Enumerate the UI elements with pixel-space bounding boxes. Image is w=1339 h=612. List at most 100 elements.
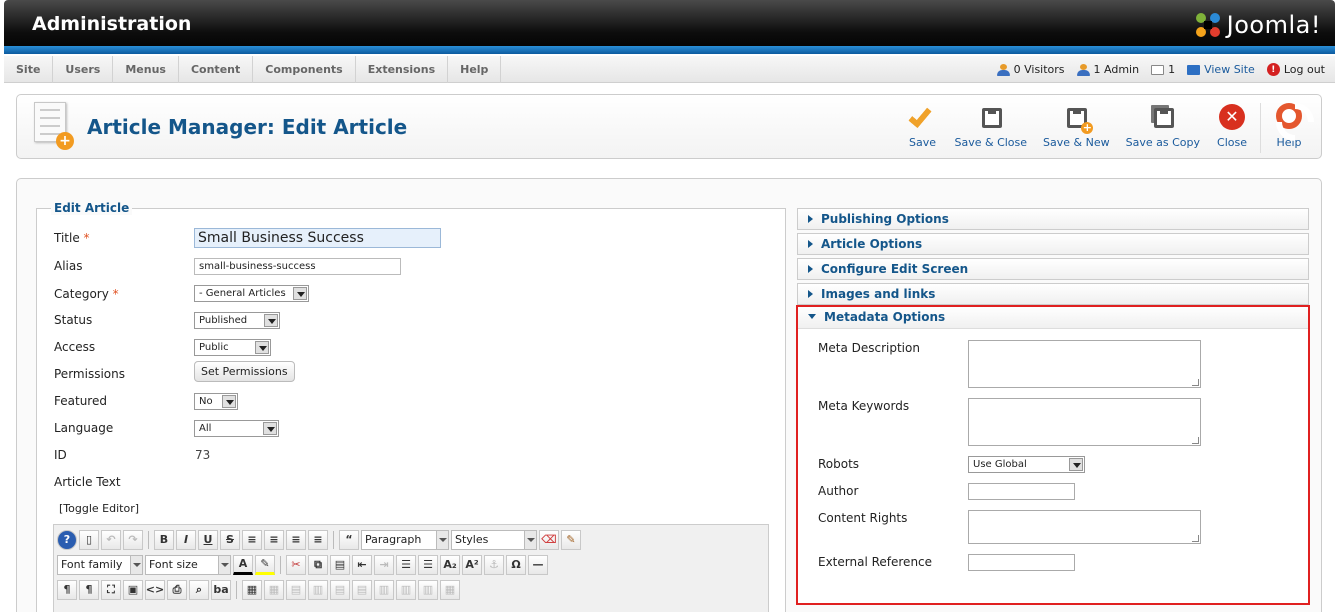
featured-select[interactable]: No [194, 393, 238, 410]
strikethrough-icon[interactable]: S [220, 529, 240, 550]
rtl-icon[interactable]: ¶ [79, 579, 99, 600]
font-family-select[interactable]: Font family [57, 554, 143, 575]
replace-icon[interactable]: ba [211, 579, 231, 600]
subscript-icon[interactable]: A₂ [440, 554, 460, 575]
chevron-down-icon [436, 530, 448, 549]
set-permissions-button[interactable]: Set Permissions [194, 361, 295, 382]
anchor-icon[interactable]: ⚓ [484, 554, 504, 575]
author-input[interactable] [968, 483, 1075, 500]
menu-help[interactable]: Help [448, 56, 502, 83]
panel-images-and-links[interactable]: Images and links [797, 283, 1309, 305]
category-label: Category * [54, 287, 119, 301]
help-button[interactable]: Help [1265, 103, 1313, 149]
col-delete-icon[interactable]: ▥ [418, 579, 438, 600]
access-select[interactable]: Public [194, 339, 271, 356]
col-before-icon[interactable]: ▥ [374, 579, 394, 600]
numbered-list-icon[interactable]: ☰ [396, 554, 416, 575]
styles-select[interactable]: Styles [451, 529, 537, 550]
view-site-label[interactable]: View Site [1204, 63, 1255, 76]
blockquote-icon[interactable]: “ [339, 529, 359, 550]
menu-site[interactable]: Site [4, 56, 54, 83]
cut-icon[interactable]: ✂ [286, 554, 306, 575]
paste-icon[interactable]: ▤ [330, 554, 350, 575]
align-center-icon[interactable]: ≡ [264, 529, 284, 550]
highlight-color-icon[interactable]: ✎ [255, 554, 275, 575]
language-select[interactable]: All [194, 420, 279, 437]
indent-icon[interactable]: ⇥ [374, 554, 394, 575]
menu-users[interactable]: Users [53, 56, 114, 83]
row-after-icon[interactable]: ▤ [352, 579, 372, 600]
category-select[interactable]: - General Articles [194, 285, 309, 302]
text-color-icon[interactable]: A [233, 554, 253, 575]
align-justify-icon[interactable]: ≡ [308, 529, 328, 550]
horizontal-rule-icon[interactable]: — [528, 554, 548, 575]
bullet-list-icon[interactable]: ☰ [418, 554, 438, 575]
save-copy-button[interactable]: Save as Copy [1118, 103, 1208, 149]
meta-keywords-textarea[interactable] [968, 398, 1201, 446]
ltr-icon[interactable]: ¶ [57, 579, 77, 600]
redo-icon[interactable]: ↷ [123, 529, 143, 550]
alias-input[interactable]: small-business-success [194, 258, 401, 275]
panel-article-options[interactable]: Article Options [797, 233, 1309, 255]
meta-description-textarea[interactable] [968, 340, 1201, 388]
find-icon[interactable]: ⌕ [189, 579, 209, 600]
chevron-down-icon [263, 422, 277, 435]
toggle-editor-link[interactable]: [Toggle Editor] [59, 502, 139, 515]
logout-icon: ! [1266, 63, 1280, 76]
print-icon[interactable]: ⎙ [167, 579, 187, 600]
outdent-icon[interactable]: ⇤ [352, 554, 372, 575]
admin-header: Administration Joomla! [4, 0, 1335, 54]
font-size-select[interactable]: Font size [145, 554, 231, 575]
visual-aid-icon[interactable]: ▦ [440, 579, 460, 600]
italic-icon[interactable]: I [176, 529, 196, 550]
undo-icon[interactable]: ↶ [101, 529, 121, 550]
panel-configure-edit-screen[interactable]: Configure Edit Screen [797, 258, 1309, 280]
underline-icon[interactable]: U [198, 529, 218, 550]
content-rights-textarea[interactable] [968, 510, 1201, 544]
table-icon[interactable]: ▦ [242, 579, 262, 600]
admin-icon [1076, 63, 1090, 76]
save-new-button[interactable]: Save & New [1035, 103, 1118, 149]
row-props-icon[interactable]: ▤ [286, 579, 306, 600]
view-site-link[interactable]: View Site [1187, 63, 1255, 76]
triangle-right-icon [808, 290, 813, 298]
save-button[interactable]: Save [899, 103, 947, 149]
menu-content[interactable]: Content [179, 56, 254, 83]
fullscreen-icon[interactable]: ⛶ [101, 579, 121, 600]
eraser-icon[interactable]: ⌫ [539, 529, 559, 550]
format-select[interactable]: Paragraph [361, 529, 449, 550]
cell-props-icon[interactable]: ▥ [308, 579, 328, 600]
copy-icon[interactable]: ⧉ [308, 554, 328, 575]
align-left-icon[interactable]: ≡ [242, 529, 262, 550]
image-icon[interactable]: ▣ [123, 579, 143, 600]
title-input[interactable]: Small Business Success [194, 228, 441, 248]
external-reference-input[interactable] [968, 554, 1075, 571]
col-after-icon[interactable]: ▥ [396, 579, 416, 600]
close-button[interactable]: ✕ Close [1208, 103, 1256, 149]
robots-select[interactable]: Use Global [968, 456, 1085, 473]
logout-label[interactable]: Log out [1284, 63, 1325, 76]
help-icon[interactable]: ? [57, 529, 77, 550]
special-char-icon[interactable]: Ω [506, 554, 526, 575]
new-document-icon[interactable]: ▯ [79, 529, 99, 550]
plus-icon: + [56, 132, 74, 150]
html-source-icon[interactable]: <> [145, 579, 165, 600]
row-before-icon[interactable]: ▤ [330, 579, 350, 600]
panel-publishing-options[interactable]: Publishing Options [797, 208, 1309, 230]
superscript-icon[interactable]: A² [462, 554, 482, 575]
menu-extensions[interactable]: Extensions [356, 56, 449, 83]
status-select[interactable]: Published [194, 312, 280, 329]
menu-menus[interactable]: Menus [113, 56, 179, 83]
menu-components[interactable]: Components [253, 56, 356, 83]
cleanup-broom-icon[interactable]: ✎ [561, 529, 581, 550]
logout-link[interactable]: ! Log out [1266, 63, 1325, 76]
save-copy-label: Save as Copy [1125, 136, 1200, 149]
bold-icon[interactable]: B [154, 529, 174, 550]
messages-status[interactable]: 1 [1151, 63, 1175, 76]
align-right-icon[interactable]: ≡ [286, 529, 306, 550]
header-title: Administration [32, 13, 192, 35]
table-delete-icon[interactable]: ▦ [264, 579, 284, 600]
visitors-icon [996, 63, 1010, 76]
save-close-button[interactable]: Save & Close [947, 103, 1036, 149]
panel-metadata-options[interactable]: Metadata Options [798, 307, 1308, 329]
